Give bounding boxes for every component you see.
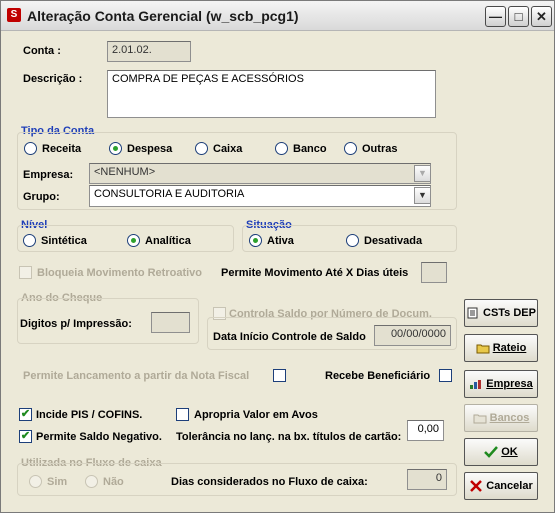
app-icon: S	[7, 8, 21, 22]
radio-desativada[interactable]	[346, 234, 359, 247]
cancelar-label: Cancelar	[486, 480, 533, 492]
empresa-button-label: Empresa	[486, 378, 533, 390]
empresa-button[interactable]: Empresa	[464, 370, 538, 398]
banco-label: Banco	[293, 143, 327, 155]
bancos-button: Bancos	[464, 404, 538, 432]
permite-lancamento-checkbox[interactable]	[273, 369, 286, 382]
incide-pis-label: Incide PIS / COFINS.	[36, 409, 143, 421]
incide-pis-checkbox[interactable]: ✔	[19, 408, 32, 421]
dias-uteis-field	[421, 262, 447, 283]
grupo-label: Grupo:	[23, 191, 60, 203]
ok-label: OK	[501, 446, 518, 458]
conta-field: 2.01.02.	[107, 41, 191, 62]
close-button[interactable]: ✕	[531, 6, 552, 27]
grupo-dropdown-icon[interactable]: ▼	[414, 187, 431, 204]
radio-banco[interactable]	[275, 142, 288, 155]
radio-ativa[interactable]	[249, 234, 262, 247]
saldo-negativo-label: Permite Saldo Negativo.	[36, 431, 162, 443]
caixa-label: Caixa	[213, 143, 243, 155]
radio-despesa[interactable]	[109, 142, 122, 155]
dias-fluxo-label: Dias considerados no Fluxo de caixa:	[171, 476, 368, 488]
tolerancia-label: Tolerância no lanç. na bx. títulos de ca…	[176, 431, 402, 443]
chart-icon	[469, 378, 483, 390]
csts-dep-button[interactable]: CSTs DEP	[464, 299, 538, 327]
radio-nao	[85, 475, 98, 488]
bloqueia-checkbox	[19, 266, 32, 279]
empresa-dropdown-icon: ▼	[414, 165, 431, 182]
apropria-valor-checkbox[interactable]	[176, 408, 189, 421]
descricao-label: Descrição :	[23, 73, 83, 85]
digitos-field	[151, 312, 190, 333]
sintetica-label: Sintética	[41, 235, 87, 247]
rateio-label: Rateio	[492, 342, 527, 354]
csts-dep-label: CSTs DEP	[483, 307, 536, 319]
cancelar-button[interactable]: Cancelar	[464, 472, 538, 500]
despesa-label: Despesa	[127, 143, 173, 155]
ativa-label: Ativa	[267, 235, 294, 247]
folder-icon	[476, 342, 490, 354]
dias-fluxo-field: 0	[407, 469, 447, 490]
permite-movimento-label: Permite Movimento Até X Dias úteis	[221, 267, 409, 279]
analitica-label: Analítica	[145, 235, 191, 247]
dialog-window: S Alteração Conta Gerencial (w_scb_pcg1)…	[0, 0, 555, 513]
rateio-button[interactable]: Rateio	[464, 334, 538, 362]
minimize-button[interactable]: —	[485, 6, 506, 27]
conta-label: Conta :	[23, 45, 61, 57]
saldo-negativo-checkbox[interactable]: ✔	[19, 430, 32, 443]
data-inicio-label: Data Início Controle de Saldo	[213, 331, 366, 343]
cancel-x-icon	[469, 480, 483, 492]
digitos-label: Digitos p/ Impressão:	[20, 318, 132, 330]
radio-outras[interactable]	[344, 142, 357, 155]
maximize-button[interactable]: □	[508, 6, 529, 27]
checkmark-icon	[484, 446, 499, 458]
radio-sintetica[interactable]	[23, 234, 36, 247]
data-inicio-field: 00/00/0000	[374, 325, 451, 346]
descricao-field[interactable]: COMPRA DE PEÇAS E ACESSÓRIOS	[107, 70, 436, 118]
outras-label: Outras	[362, 143, 398, 155]
radio-sim	[29, 475, 42, 488]
window-title: Alteração Conta Gerencial (w_scb_pcg1)	[27, 8, 299, 24]
ok-button[interactable]: OK	[464, 438, 538, 466]
document-icon	[466, 307, 480, 319]
apropria-valor-label: Apropria Valor em Avos	[194, 409, 318, 421]
sim-label: Sim	[47, 476, 68, 488]
bloqueia-label: Bloqueia Movimento Retroativo	[37, 267, 203, 279]
radio-analitica[interactable]	[127, 234, 140, 247]
desativada-label: Desativada	[364, 235, 423, 247]
title-bar[interactable]: S Alteração Conta Gerencial (w_scb_pcg1)…	[1, 1, 554, 31]
empresa-select: <NENHUM>	[89, 163, 431, 184]
empresa-label: Empresa:	[23, 169, 74, 181]
permite-lancamento-label: Permite Lancamento a partir da Nota Fisc…	[23, 370, 250, 382]
tolerancia-field[interactable]: 0,00	[407, 420, 444, 441]
recebe-beneficiario-checkbox[interactable]	[439, 369, 452, 382]
recebe-beneficiario-label: Recebe Beneficiário	[325, 370, 431, 382]
bancos-label: Bancos	[489, 412, 530, 424]
radio-receita[interactable]	[24, 142, 37, 155]
nao-label: Não	[103, 476, 124, 488]
grupo-select[interactable]: CONSULTORIA E AUDITORIA	[89, 185, 431, 207]
folder-open-icon	[473, 412, 487, 424]
radio-caixa[interactable]	[195, 142, 208, 155]
receita-label: Receita	[42, 143, 82, 155]
